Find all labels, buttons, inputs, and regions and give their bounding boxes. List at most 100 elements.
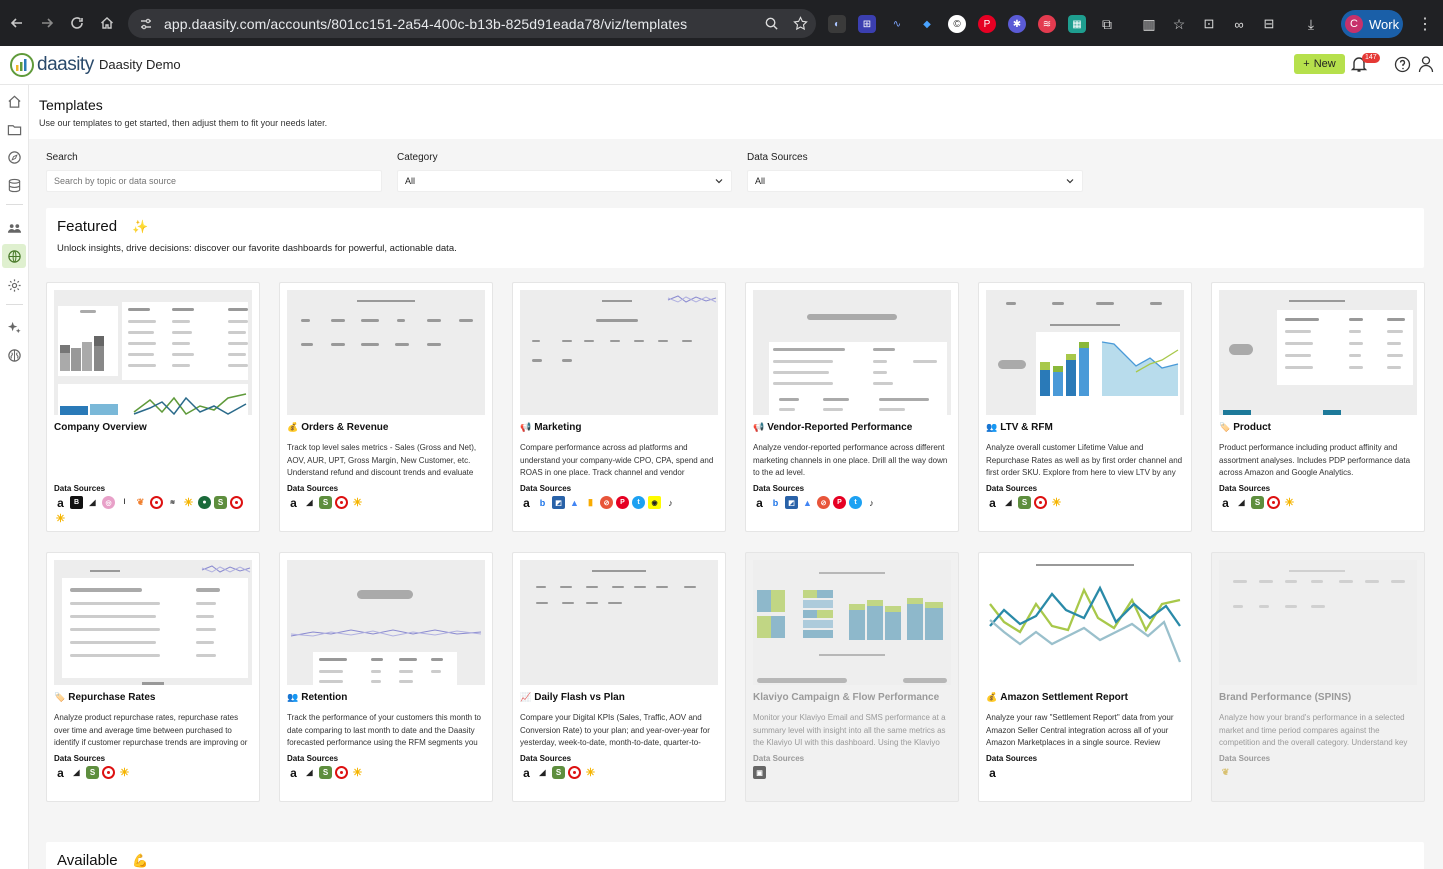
- orange-leaf-icon: ❦: [136, 497, 145, 507]
- shopify-icon: S: [86, 766, 99, 779]
- zoom-icon[interactable]: [764, 16, 779, 31]
- sidebar-brain-icon[interactable]: [5, 346, 23, 364]
- card-thumbnail: [986, 560, 1184, 685]
- pinterest-icon: P: [616, 496, 629, 509]
- extension-icon[interactable]: ✱: [1008, 15, 1026, 33]
- card-description: Compare performance across ad platforms …: [520, 443, 714, 477]
- template-card-orders-revenue[interactable]: 💰 Orders & Revenue Track top level sales …: [279, 282, 493, 532]
- megaphone-icon: 📢: [520, 422, 532, 432]
- pinterest-extension-icon[interactable]: P: [978, 15, 996, 33]
- tab-search-icon[interactable]: ⊟: [1260, 15, 1278, 33]
- back-icon[interactable]: [2, 8, 32, 38]
- template-card-amazon-settlement-report[interactable]: 💰 Amazon Settlement Report Analyze your r…: [978, 552, 1192, 802]
- sidebar-database-icon[interactable]: [5, 176, 23, 194]
- available-title: Available: [57, 852, 118, 869]
- sidebar-home-icon[interactable]: [5, 92, 23, 110]
- target-icon: [102, 766, 115, 779]
- template-card-company-overview[interactable]: Company Overview Data Sources a B ◢ ◎ ǀ …: [46, 282, 260, 532]
- site-settings-icon[interactable]: [138, 16, 154, 32]
- sidebar-divider: [6, 204, 23, 205]
- bar-chart-icon: ◢: [539, 768, 546, 777]
- sidebar-users-icon[interactable]: [5, 219, 23, 237]
- sidebar-folder-icon[interactable]: [5, 120, 23, 138]
- walmart-icon: ✳: [352, 497, 363, 509]
- plus-icon: +: [1303, 58, 1310, 70]
- help-icon[interactable]: [1394, 56, 1411, 73]
- sidebar-templates-globe-icon[interactable]: [2, 244, 26, 268]
- data-sources-heading: Data Sources: [1219, 484, 1271, 493]
- template-card-ltv-rfm[interactable]: 👥 LTV & RFM Analyze overall customer Life…: [978, 282, 1192, 532]
- card-description: Analyze product repurchase rates, repurc…: [54, 713, 248, 747]
- target-icon: [1267, 496, 1280, 509]
- card-description: Track top level sales metrics - Sales (G…: [287, 443, 477, 477]
- amazon-icon: a: [989, 765, 996, 780]
- tag-icon: 🏷️: [54, 692, 66, 702]
- bookmark-star-icon[interactable]: [793, 16, 808, 31]
- new-button[interactable]: + New: [1294, 54, 1345, 74]
- amazon-icon: a: [57, 765, 64, 780]
- extension-icon[interactable]: ≋: [1038, 15, 1056, 33]
- template-card-marketing[interactable]: 📢 Marketing Compare performance across ad…: [512, 282, 726, 532]
- data-source-icons: a ◢ S ✳: [287, 496, 487, 510]
- card-title: 💰 Amazon Settlement Report: [986, 692, 1129, 703]
- extension-icon[interactable]: ©: [948, 15, 966, 33]
- search-input[interactable]: [46, 170, 382, 192]
- sidebar-sparkle-icon[interactable]: [5, 318, 23, 336]
- tag-icon: 🏷️: [1219, 422, 1231, 432]
- card-title: 🏷️ Repurchase Rates: [54, 692, 156, 703]
- search-label: Search: [46, 152, 78, 163]
- template-card-daily-flash-vs-plan[interactable]: 📈 Daily Flash vs Plan Compare your Digita…: [512, 552, 726, 802]
- main-content: Templates Use our templates to get start…: [29, 85, 1443, 869]
- home-icon[interactable]: [92, 8, 122, 38]
- extension-icon[interactable]: ∿: [888, 15, 906, 33]
- template-card-product[interactable]: 🏷️ Product Product performance including …: [1211, 282, 1425, 532]
- sidebar-compass-icon[interactable]: [5, 148, 23, 166]
- template-card-repurchase-rates[interactable]: 🏷️ Repurchase Rates Analyze product repur…: [46, 552, 260, 802]
- template-card-brand-performance-spins[interactable]: Brand Performance (SPINS) Analyze how yo…: [1211, 552, 1425, 802]
- profile-avatar: C: [1345, 15, 1363, 33]
- bing-icon: b: [772, 497, 779, 508]
- card-title: 📈 Daily Flash vs Plan: [520, 692, 625, 703]
- megaphone-icon: 📢: [753, 422, 765, 432]
- org-name[interactable]: Daasity Demo: [99, 57, 181, 72]
- sidebar-settings-icon[interactable]: [5, 276, 23, 294]
- user-icon[interactable]: [1418, 55, 1434, 73]
- template-card-klaviyo-campaign-flow[interactable]: Klaviyo Campaign & Flow Performance Moni…: [745, 552, 959, 802]
- profile-button[interactable]: C Work: [1341, 10, 1403, 38]
- category-select[interactable]: All: [397, 170, 732, 192]
- sidebar-divider: [6, 304, 23, 305]
- screenshot-icon[interactable]: ⊡: [1200, 15, 1218, 33]
- walmart-icon: ✳: [1284, 497, 1295, 509]
- extension-icon[interactable]: ⊞: [858, 15, 876, 33]
- reading-list-icon[interactable]: ▥: [1140, 15, 1158, 33]
- shopify-icon: S: [214, 496, 227, 509]
- card-title: 📢 Vendor-Reported Performance: [753, 422, 913, 433]
- template-card-retention[interactable]: 👥 Retention Track the performance of your…: [279, 552, 493, 802]
- data-sources-heading: Data Sources: [986, 754, 1038, 763]
- card-thumbnail: [520, 290, 718, 415]
- spins-icon: ❦: [1221, 767, 1230, 777]
- profile-name: Work: [1369, 16, 1400, 32]
- google-ads-icon: ▲: [570, 497, 579, 508]
- forward-icon[interactable]: [32, 8, 62, 38]
- extension-icon[interactable]: ▦: [1068, 15, 1086, 33]
- daasity-logo[interactable]: daasity: [9, 52, 94, 78]
- daasity-logo-mark-icon: [10, 53, 34, 77]
- card-thumbnail: [54, 560, 252, 685]
- card-description: Analyze your raw "Settlement Report" dat…: [986, 713, 1174, 747]
- new-button-label: New: [1313, 58, 1336, 70]
- extension-icon[interactable]: ◆: [918, 15, 936, 33]
- download-icon[interactable]: ⤓: [1302, 15, 1320, 33]
- card-title: Brand Performance (SPINS): [1219, 692, 1352, 703]
- amazon-icon: a: [523, 495, 530, 510]
- sparkles-icon: ✨: [132, 219, 149, 234]
- link-icon[interactable]: ∞: [1230, 15, 1248, 33]
- data-sources-select[interactable]: All: [747, 170, 1083, 192]
- reload-icon[interactable]: [62, 8, 92, 38]
- template-card-vendor-reported-performance[interactable]: 📢 Vendor-Reported Performance Analyze ven…: [745, 282, 959, 532]
- bookmarks-icon[interactable]: ☆: [1170, 15, 1188, 33]
- address-bar[interactable]: app.daasity.com/accounts/801cc151-2a54-4…: [128, 9, 816, 38]
- extension-icon[interactable]: ◐: [828, 15, 846, 33]
- browser-menu-icon[interactable]: ⋮: [1417, 14, 1433, 34]
- extensions-puzzle-icon[interactable]: ⧉: [1098, 15, 1116, 33]
